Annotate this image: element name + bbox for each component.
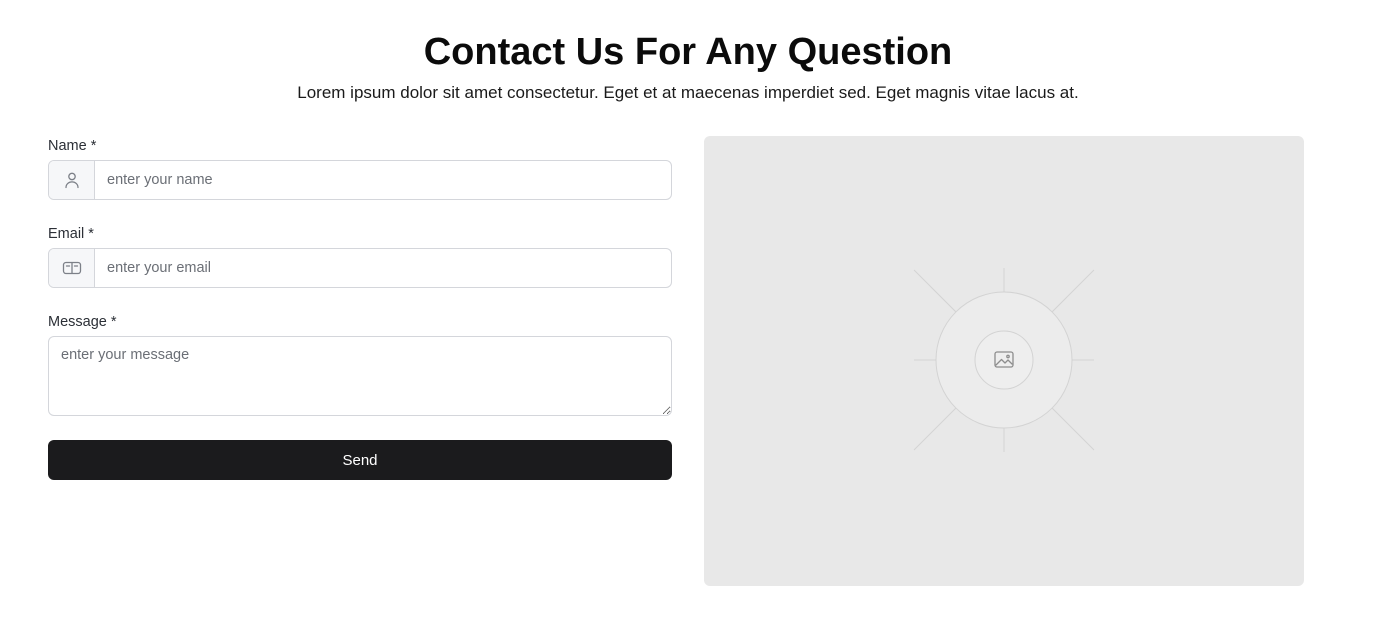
send-button[interactable]: Send [48, 440, 672, 480]
name-label: Name * [48, 138, 97, 154]
email-field-group: Email * [48, 224, 672, 288]
image-placeholder [704, 136, 1304, 586]
user-icon [49, 161, 95, 199]
message-field-group: Message * [48, 312, 672, 416]
email-input[interactable] [95, 249, 671, 287]
placeholder-graphic [913, 268, 1095, 452]
page-subtitle: Lorem ipsum dolor sit amet consectetur. … [297, 83, 1079, 102]
name-input-group [48, 160, 672, 200]
message-textarea[interactable] [48, 336, 672, 416]
message-label: Message * [48, 314, 117, 330]
name-field-group: Name * [48, 136, 672, 200]
id-card-icon [49, 249, 95, 287]
page-title: Contact Us For Any Question [423, 31, 953, 73]
email-input-group [48, 248, 672, 288]
email-label: Email * [48, 226, 94, 242]
name-input[interactable] [95, 161, 671, 199]
